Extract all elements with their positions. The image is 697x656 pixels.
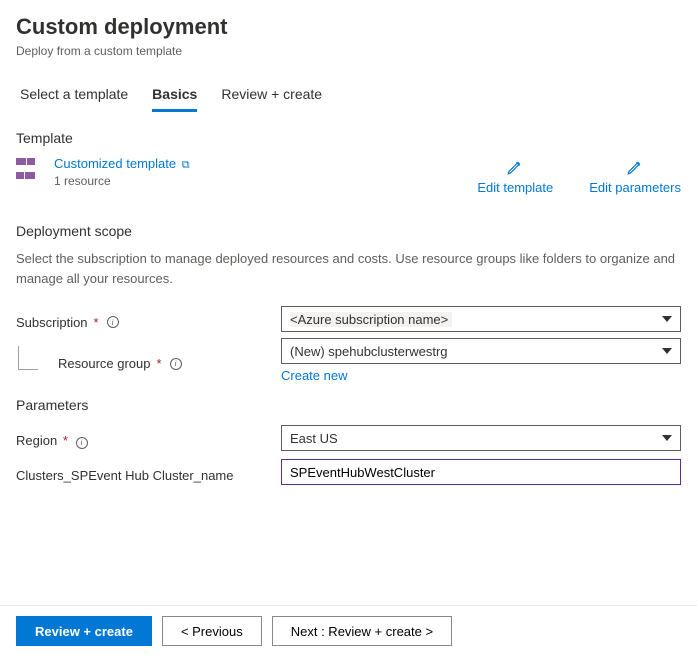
- info-icon[interactable]: i: [76, 437, 88, 449]
- review-create-button[interactable]: Review + create: [16, 616, 152, 646]
- subscription-label-text: Subscription: [16, 315, 88, 330]
- pencil-icon: [626, 158, 644, 176]
- template-info: Customized template ⧉ 1 resource: [16, 156, 190, 188]
- required-asterisk: *: [63, 433, 68, 448]
- footer-bar: Review + create < Previous Next : Review…: [0, 605, 697, 656]
- template-link-text: Customized template: [54, 156, 176, 171]
- resource-group-label-text: Resource group: [58, 356, 151, 371]
- subscription-label: Subscription * i: [16, 309, 281, 330]
- chevron-down-icon: [662, 435, 672, 441]
- chevron-down-icon: [662, 348, 672, 354]
- template-icon: [16, 158, 42, 184]
- scope-description: Select the subscription to manage deploy…: [16, 249, 681, 288]
- region-label-text: Region: [16, 433, 57, 448]
- pencil-icon: [506, 158, 524, 176]
- cluster-name-label: Clusters_SPEvent Hub Cluster_name: [16, 462, 281, 483]
- cluster-name-input[interactable]: [281, 459, 681, 485]
- scope-heading: Deployment scope: [16, 223, 681, 239]
- create-new-link[interactable]: Create new: [281, 368, 681, 383]
- tab-review-create[interactable]: Review + create: [221, 80, 322, 112]
- edit-parameters-button[interactable]: Edit parameters: [589, 158, 681, 195]
- required-asterisk: *: [157, 356, 162, 371]
- template-resource-count: 1 resource: [54, 174, 190, 188]
- subscription-value: <Azure subscription name>: [290, 312, 452, 327]
- next-button[interactable]: Next : Review + create >: [272, 616, 452, 646]
- template-heading: Template: [16, 130, 681, 146]
- edit-parameters-label: Edit parameters: [589, 180, 681, 195]
- tab-basics[interactable]: Basics: [152, 80, 197, 112]
- tab-select-template[interactable]: Select a template: [20, 80, 128, 112]
- resource-group-label: Resource group * i: [58, 356, 182, 371]
- region-dropdown[interactable]: East US: [281, 425, 681, 451]
- region-label: Region * i: [16, 427, 281, 449]
- info-icon[interactable]: i: [170, 358, 182, 370]
- page-title: Custom deployment: [16, 14, 681, 40]
- indent-line: [18, 346, 38, 370]
- resource-group-dropdown[interactable]: (New) spehubclusterwestrg: [281, 338, 681, 364]
- parameters-heading: Parameters: [16, 397, 681, 413]
- tabs-bar: Select a template Basics Review + create: [16, 80, 681, 112]
- region-value: East US: [290, 431, 338, 446]
- required-asterisk: *: [94, 315, 99, 330]
- edit-template-button[interactable]: Edit template: [477, 158, 553, 195]
- chevron-down-icon: [662, 316, 672, 322]
- external-link-icon: ⧉: [182, 159, 190, 171]
- resource-group-value: (New) spehubclusterwestrg: [290, 344, 448, 359]
- subscription-dropdown[interactable]: <Azure subscription name>: [281, 306, 681, 332]
- page-subtitle: Deploy from a custom template: [16, 44, 681, 58]
- customized-template-link[interactable]: Customized template ⧉: [54, 156, 190, 171]
- previous-button[interactable]: < Previous: [162, 616, 262, 646]
- edit-template-label: Edit template: [477, 180, 553, 195]
- info-icon[interactable]: i: [107, 316, 119, 328]
